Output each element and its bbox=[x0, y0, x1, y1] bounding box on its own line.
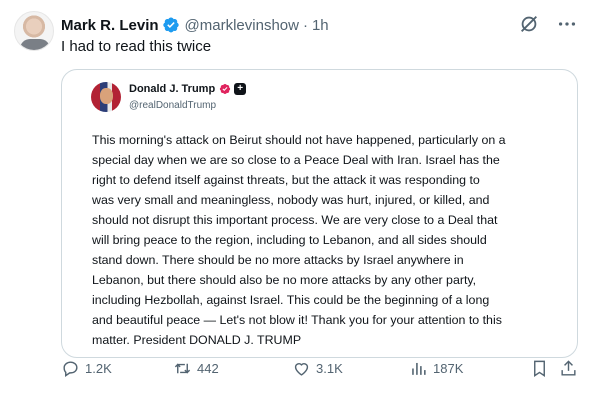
reply-count: 1.2K bbox=[85, 361, 112, 376]
quoted-text-line: matter. President DONALD J. TRUMP bbox=[92, 333, 302, 347]
views-count: 187K bbox=[433, 361, 464, 376]
quoted-text-line: and beautiful peace — Let's not blow it!… bbox=[92, 313, 502, 327]
verified-badge-icon bbox=[162, 17, 179, 33]
reply-icon bbox=[63, 361, 78, 377]
post-time[interactable]: 1h bbox=[312, 17, 329, 34]
action-bar: 1.2K 442 3.1K 187K bbox=[61, 359, 581, 383]
quoted-text-line: Lebanon, but there should also be no mor… bbox=[92, 273, 477, 287]
repost-count: 442 bbox=[197, 361, 219, 376]
affiliate-badge-icon: + bbox=[234, 83, 247, 95]
grok-icon[interactable] bbox=[518, 13, 540, 35]
views-button[interactable]: 187K bbox=[409, 359, 463, 378]
quoted-text-line: This morning's attack on Beirut should n… bbox=[92, 133, 506, 147]
quoted-text-line: including Hezbollah, against Israel. Thi… bbox=[92, 293, 490, 307]
quoted-post[interactable]: Donald J. Trump + @realDonaldTrump This … bbox=[61, 69, 578, 358]
share-icon bbox=[561, 360, 576, 376]
quoted-text-line: special day when we are so close to a Pe… bbox=[92, 153, 500, 167]
like-icon bbox=[294, 363, 309, 376]
reply-button[interactable]: 1.2K bbox=[61, 359, 112, 378]
post-text: I had to read this twice bbox=[61, 38, 212, 55]
author-name[interactable]: Mark R. Levin bbox=[61, 17, 159, 34]
quoted-text: This morning's attack on Beirut should n… bbox=[92, 130, 572, 350]
post-top-actions bbox=[518, 13, 578, 35]
quoted-author-avatar[interactable] bbox=[91, 82, 121, 112]
verified-badge-icon bbox=[220, 84, 231, 94]
bookmark-icon bbox=[534, 360, 545, 377]
share-button[interactable] bbox=[559, 359, 578, 378]
quoted-author-name[interactable]: Donald J. Trump bbox=[129, 83, 215, 95]
author-handle[interactable]: @marklevinshow bbox=[185, 17, 299, 34]
more-icon[interactable] bbox=[556, 13, 578, 35]
quoted-text-line: will bring peace to the region, includin… bbox=[92, 233, 487, 247]
views-icon bbox=[412, 362, 426, 375]
quoted-author-handle: @realDonaldTrump bbox=[129, 100, 217, 111]
like-button[interactable]: 3.1K bbox=[292, 359, 343, 378]
quoted-header: Donald J. Trump + bbox=[129, 83, 247, 95]
separator-dot: · bbox=[302, 16, 308, 34]
quoted-text-line: was very small and meaningless, nobody w… bbox=[92, 193, 490, 207]
post-header: Mark R. Levin @marklevinshow · 1h bbox=[61, 15, 329, 35]
like-count: 3.1K bbox=[316, 361, 343, 376]
bookmark-button[interactable] bbox=[530, 359, 549, 378]
author-avatar[interactable] bbox=[14, 11, 54, 51]
repost-button[interactable]: 442 bbox=[173, 359, 219, 378]
repost-icon bbox=[174, 363, 191, 374]
quoted-text-line: stand down. There should be no more atta… bbox=[92, 253, 464, 267]
quoted-text-line: should not disrupt this important proces… bbox=[92, 213, 498, 227]
quoted-text-line: right to defend itself against threats, … bbox=[92, 173, 480, 187]
